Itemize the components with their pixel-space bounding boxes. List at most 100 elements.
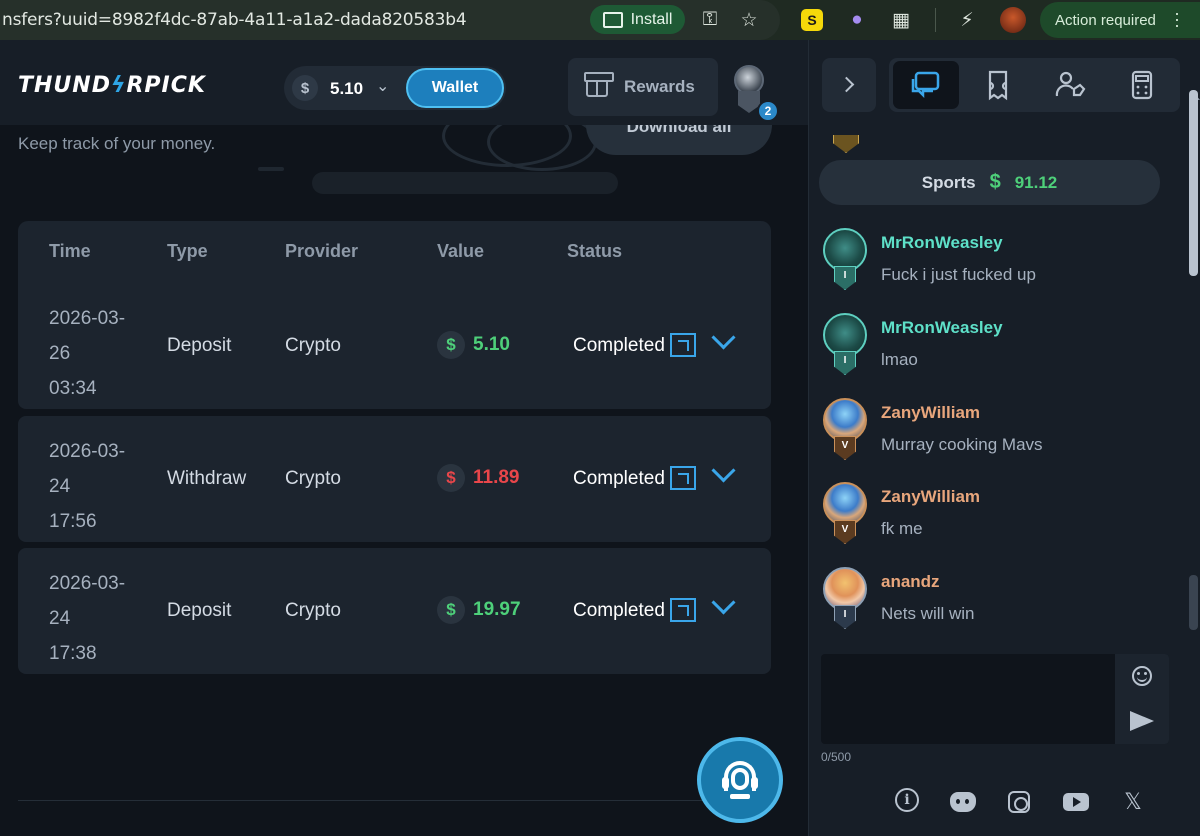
row-type: Deposit	[167, 600, 232, 621]
extension-s-icon[interactable]: S	[801, 9, 823, 31]
info-icon[interactable]: i	[895, 788, 919, 812]
chat-username[interactable]: ZanyWilliam	[881, 487, 980, 507]
row-type: Deposit	[167, 335, 232, 356]
instagram-icon	[1008, 791, 1030, 813]
dollar-icon: $	[437, 596, 465, 624]
column-time: Time	[49, 241, 91, 261]
ticket-icon	[988, 70, 1008, 101]
chat-scrollbar-thumb[interactable]	[1189, 575, 1198, 630]
tab-betslip[interactable]	[965, 61, 1031, 109]
support-button[interactable]	[697, 737, 783, 823]
chevron-down-icon[interactable]	[708, 592, 738, 622]
logo-part-1: THUND	[18, 73, 111, 98]
performance-bolt-icon[interactable]: ⚡	[955, 8, 979, 32]
extension-ghost-icon[interactable]: ●	[845, 8, 869, 32]
headset-icon	[722, 761, 758, 799]
dollar-icon: $	[292, 75, 318, 101]
emoji-icon[interactable]	[1132, 666, 1152, 686]
row-provider: Crypto	[285, 335, 341, 356]
row-date: 2026-03-	[49, 308, 126, 329]
avatar-head	[734, 65, 764, 95]
user-avatar[interactable]: V	[823, 482, 867, 544]
row-time: 2026-03- 26 03:34	[49, 301, 149, 406]
rewards-button[interactable]: Rewards	[568, 58, 718, 116]
install-icon	[602, 11, 623, 28]
scrollbar-thumb[interactable]	[1189, 90, 1198, 276]
transactions-page: Download all Keep track of your money. T…	[0, 125, 808, 836]
user-avatar[interactable]: I	[823, 313, 867, 375]
x-icon[interactable]: 𝕏	[1119, 788, 1147, 816]
chat-text: Fuck i just fucked up	[881, 265, 1036, 284]
chat-username[interactable]: MrRonWeasley	[881, 233, 1003, 253]
row-status: Completed	[573, 468, 665, 489]
row-value: $ 5.10	[437, 331, 510, 359]
row-clock: 17:38	[49, 643, 97, 664]
notification-badge: 2	[757, 100, 779, 122]
compose-actions	[1115, 654, 1169, 744]
user-avatar[interactable]: I	[823, 567, 867, 629]
table-row[interactable]: 2026-03- 24 17:56 Withdraw Crypto $ 11.8…	[18, 416, 771, 542]
rank-badge: I	[834, 351, 856, 375]
table-row[interactable]: 2026-03- 24 17:38 Deposit Crypto $ 19.97…	[18, 548, 771, 674]
logo-bolt: ϟ	[110, 73, 127, 98]
chat-message: I MrRonWeasley Fuck i just fucked up	[821, 228, 1181, 298]
chat-input[interactable]	[821, 654, 1169, 744]
instagram-link[interactable]	[1005, 788, 1033, 816]
chat-username[interactable]: anandz	[881, 572, 940, 592]
row-value-amount: 19.97	[473, 599, 521, 620]
external-link-icon[interactable]	[670, 466, 696, 490]
user-tag-icon	[1055, 71, 1086, 97]
user-avatar[interactable]: I	[823, 228, 867, 290]
calculator-icon	[1131, 70, 1153, 100]
chevron-down-icon[interactable]	[708, 327, 738, 357]
row-day: 24	[49, 476, 71, 497]
row-time: 2026-03- 24 17:38	[49, 566, 149, 671]
side-panel: Sports $ 91.12 I MrRonWeasley Fuck i jus…	[808, 40, 1200, 836]
external-link-icon[interactable]	[670, 333, 696, 357]
thunderpick-logo[interactable]: THUNDϟRPICK	[18, 73, 206, 98]
row-day: 24	[49, 608, 71, 629]
youtube-link[interactable]	[1062, 788, 1090, 816]
table-row[interactable]: 2026-03- 26 03:34 Deposit Crypto $ 5.10 …	[18, 283, 771, 409]
send-icon[interactable]	[1130, 711, 1154, 731]
user-avatar[interactable]: V	[823, 398, 867, 460]
row-clock: 03:34	[49, 378, 97, 399]
rank-badge: I	[834, 605, 856, 629]
divider	[18, 800, 766, 801]
chevron-down-icon: ⌄	[376, 78, 390, 95]
sports-balance-pill[interactable]: Sports $ 91.12	[819, 160, 1160, 205]
discord-link[interactable]	[949, 788, 977, 816]
browser-profile-avatar[interactable]	[1000, 7, 1026, 33]
row-status: Completed	[573, 600, 665, 621]
collapse-panel-button[interactable]	[822, 58, 876, 112]
dollar-icon: $	[437, 464, 465, 492]
tab-profile[interactable]	[1037, 61, 1103, 109]
password-key-icon[interactable]: ⚿	[698, 8, 722, 32]
panel-tabs	[889, 58, 1180, 112]
chat-text: Nets will win	[881, 604, 975, 623]
row-value: $ 19.97	[437, 596, 521, 624]
tab-chat[interactable]	[893, 61, 959, 109]
extensions-puzzle-icon[interactable]: ▦	[889, 8, 913, 32]
youtube-icon	[1063, 793, 1089, 811]
chat-username[interactable]: MrRonWeasley	[881, 318, 1003, 338]
external-link-icon[interactable]	[670, 598, 696, 622]
chat-message: I anandz Nets will win	[821, 567, 1181, 637]
gift-icon	[584, 72, 614, 97]
chevron-down-icon[interactable]	[708, 460, 738, 490]
logo-part-2: RPICK	[126, 73, 206, 98]
row-date: 2026-03-	[49, 573, 126, 594]
more-menu-icon: · · ·	[1174, 3, 1180, 35]
chat-username[interactable]: ZanyWilliam	[881, 403, 980, 423]
dollar-icon: $	[989, 171, 1001, 193]
row-provider: Crypto	[285, 600, 341, 621]
bookmark-star-icon[interactable]: ☆	[737, 8, 761, 32]
balance-selector[interactable]: $ 5.10 ⌄ Wallet	[284, 66, 506, 110]
install-app-button[interactable]: Install	[590, 5, 685, 34]
panel-toolbar	[809, 40, 1200, 135]
download-all-button[interactable]: Download all	[586, 125, 772, 155]
wallet-button[interactable]: Wallet	[406, 68, 504, 108]
tab-calculator[interactable]	[1109, 61, 1175, 109]
chat-messages: Sports $ 91.12 I MrRonWeasley Fuck i jus…	[809, 135, 1185, 640]
action-required-button[interactable]: Action required · · ·	[1040, 2, 1200, 38]
